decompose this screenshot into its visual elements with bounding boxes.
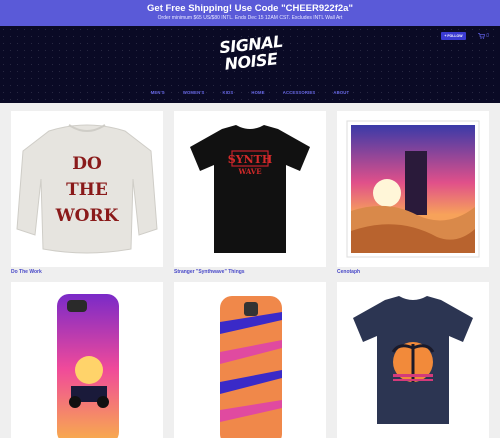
product-image-art-print[interactable] bbox=[337, 111, 489, 267]
art-text-1: DO bbox=[72, 154, 102, 174]
nav-womens[interactable]: WOMEN'S bbox=[174, 89, 214, 97]
nav-about[interactable]: ABOUT bbox=[324, 89, 358, 97]
art-text-synth: SYNTH bbox=[228, 153, 272, 166]
promo-subtitle: Order minimum $65 US/$80 INTL. Ends Dec … bbox=[157, 15, 343, 21]
art-text-3: WORK bbox=[55, 206, 120, 226]
product-image-tshirt-navy[interactable] bbox=[337, 282, 489, 438]
art-text-2: THE bbox=[66, 180, 108, 200]
cart-icon bbox=[478, 32, 485, 39]
product-name[interactable]: Do The Work bbox=[11, 269, 42, 275]
nav-home[interactable]: HOME bbox=[242, 89, 273, 97]
product-name[interactable]: Stranger "Synthwave" Things bbox=[174, 269, 245, 275]
nav-kids[interactable]: KIDS bbox=[214, 89, 243, 97]
product-image-phone-case-stripes[interactable] bbox=[174, 282, 326, 438]
product-image-tshirt-black[interactable]: SYNTH WAVE bbox=[174, 111, 326, 267]
signal-noise-logo[interactable]: SIGNAL NOISE bbox=[218, 32, 284, 76]
follow-button[interactable]: + FOLLOW bbox=[441, 32, 466, 40]
art-text-wave: WAVE bbox=[237, 167, 261, 176]
promo-banner: Get Free Shipping! Use Code "CHEER922f2a… bbox=[0, 0, 500, 26]
shop-header: SIGNAL NOISE + FOLLOW 0 MEN'S WOMEN'S KI… bbox=[0, 26, 500, 103]
product-name[interactable]: Cenotaph bbox=[337, 269, 360, 275]
nav-mens[interactable]: MEN'S bbox=[142, 89, 174, 97]
cart-button[interactable]: 0 bbox=[478, 31, 492, 41]
promo-title: Get Free Shipping! Use Code "CHEER922f2a… bbox=[147, 3, 353, 14]
nav-accessories[interactable]: ACCESSORIES bbox=[274, 89, 325, 97]
cart-count: 0 bbox=[486, 33, 490, 39]
category-nav: MEN'S WOMEN'S KIDS HOME ACCESSORIES ABOU… bbox=[0, 89, 500, 97]
product-image-sweatshirt[interactable]: DO THE WORK bbox=[11, 111, 163, 267]
product-image-phone-case[interactable] bbox=[11, 282, 163, 438]
